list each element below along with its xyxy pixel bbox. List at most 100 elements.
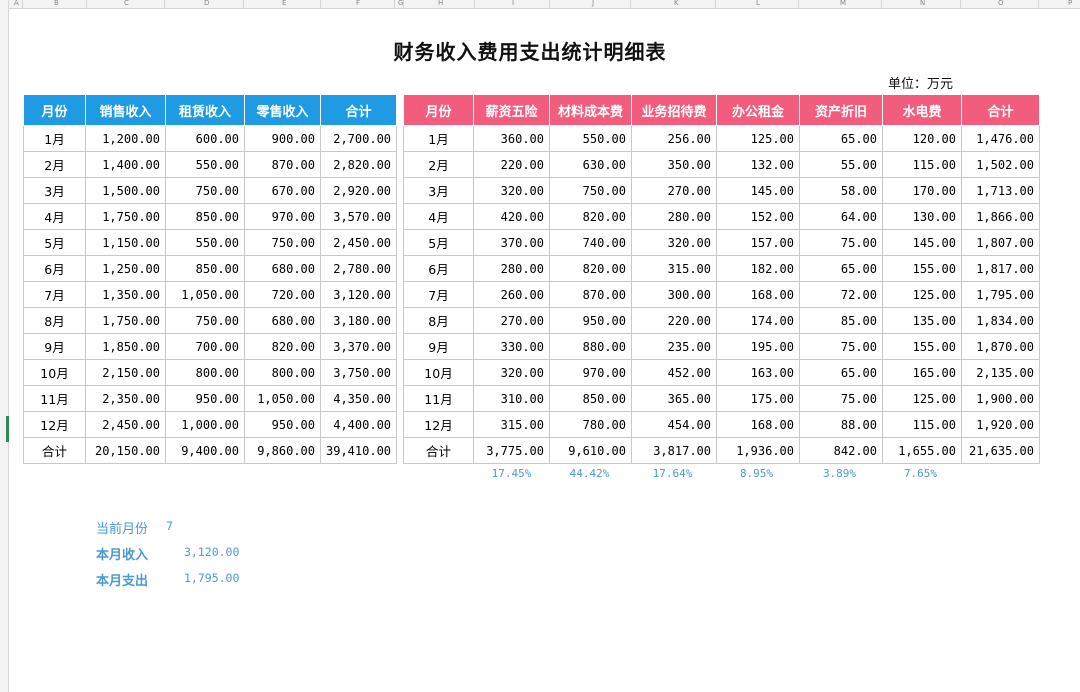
income-value-cell[interactable]: 1,750.00 (85, 203, 166, 230)
expense-percentage-cell[interactable]: 8.95% (715, 467, 798, 480)
income-value-cell[interactable]: 2,150.00 (85, 359, 166, 386)
income-value-cell[interactable]: 3,370.00 (319, 333, 398, 360)
income-value-cell[interactable]: 2,350.00 (85, 385, 166, 412)
expense-value-cell[interactable]: 780.00 (549, 411, 632, 438)
expense-value-cell[interactable]: 350.00 (631, 151, 717, 178)
expense-value-cell[interactable]: 125.00 (882, 281, 962, 308)
income-value-cell[interactable]: 2,450.00 (85, 411, 166, 438)
expense-value-cell[interactable]: 145.00 (882, 229, 962, 256)
income-value-cell[interactable]: 9,400.00 (165, 437, 245, 464)
expense-value-cell[interactable]: 320.00 (473, 177, 550, 204)
expense-month-cell[interactable]: 11月 (403, 385, 474, 412)
income-value-cell[interactable]: 1,500.00 (85, 177, 166, 204)
expense-month-cell[interactable]: 5月 (403, 229, 474, 256)
column-letter-i[interactable]: I (512, 0, 514, 8)
expense-value-cell[interactable]: 75.00 (799, 229, 883, 256)
column-letter-k[interactable]: K (674, 0, 679, 8)
expense-value-cell[interactable]: 75.00 (799, 385, 883, 412)
expense-value-cell[interactable]: 65.00 (799, 125, 883, 152)
income-value-cell[interactable]: 3,180.00 (319, 307, 398, 334)
expense-value-cell[interactable]: 740.00 (549, 229, 632, 256)
expense-value-cell[interactable]: 170.00 (882, 177, 962, 204)
expense-value-cell[interactable]: 370.00 (473, 229, 550, 256)
expense-value-cell[interactable]: 9,610.00 (549, 437, 632, 464)
income-header-cell[interactable]: 销售收入 (85, 94, 166, 126)
expense-value-cell[interactable]: 256.00 (631, 125, 717, 152)
expense-value-cell[interactable]: 163.00 (716, 359, 800, 386)
expense-value-cell[interactable]: 3,817.00 (631, 437, 717, 464)
expense-value-cell[interactable]: 72.00 (799, 281, 883, 308)
expense-value-cell[interactable]: 88.00 (799, 411, 883, 438)
expense-value-cell[interactable]: 65.00 (799, 255, 883, 282)
expense-value-cell[interactable]: 155.00 (882, 255, 962, 282)
expense-value-cell[interactable]: 330.00 (473, 333, 550, 360)
expense-value-cell[interactable]: 630.00 (549, 151, 632, 178)
expense-value-cell[interactable]: 168.00 (716, 281, 800, 308)
expense-value-cell[interactable]: 168.00 (716, 411, 800, 438)
expense-header-cell[interactable]: 合计 (961, 94, 1040, 126)
expense-value-cell[interactable]: 115.00 (882, 411, 962, 438)
income-month-cell[interactable]: 合计 (23, 437, 86, 464)
expense-percentage-cell[interactable]: 44.42% (549, 467, 630, 480)
income-value-cell[interactable]: 20,150.00 (85, 437, 166, 464)
column-letter-m[interactable]: M (840, 0, 846, 8)
expense-header-cell[interactable]: 月份 (403, 94, 474, 126)
income-value-cell[interactable]: 1,050.00 (165, 281, 245, 308)
income-value-cell[interactable]: 4,350.00 (319, 385, 398, 412)
expense-value-cell[interactable]: 1,713.00 (961, 177, 1040, 204)
expense-value-cell[interactable]: 220.00 (631, 307, 717, 334)
income-month-cell[interactable]: 10月 (23, 359, 86, 386)
expense-value-cell[interactable]: 1,936.00 (716, 437, 800, 464)
income-value-cell[interactable]: 680.00 (244, 307, 321, 334)
expense-value-cell[interactable]: 1,870.00 (961, 333, 1040, 360)
income-header-cell[interactable]: 租赁收入 (165, 94, 245, 126)
income-value-cell[interactable]: 4,400.00 (319, 411, 398, 438)
expense-value-cell[interactable]: 125.00 (882, 385, 962, 412)
expense-value-cell[interactable]: 145.00 (716, 177, 800, 204)
expense-value-cell[interactable]: 152.00 (716, 203, 800, 230)
column-letter-h[interactable]: H (438, 0, 443, 8)
expense-value-cell[interactable]: 1,866.00 (961, 203, 1040, 230)
income-value-cell[interactable]: 600.00 (165, 125, 245, 152)
income-value-cell[interactable]: 3,750.00 (319, 359, 398, 386)
expense-value-cell[interactable]: 1,920.00 (961, 411, 1040, 438)
income-value-cell[interactable]: 850.00 (165, 203, 245, 230)
expense-value-cell[interactable]: 115.00 (882, 151, 962, 178)
expense-value-cell[interactable]: 1,900.00 (961, 385, 1040, 412)
column-letter-n[interactable]: N (920, 0, 925, 8)
expense-value-cell[interactable]: 1,502.00 (961, 151, 1040, 178)
expense-value-cell[interactable]: 880.00 (549, 333, 632, 360)
expense-percentage-cell[interactable]: 7.65% (881, 467, 960, 480)
expense-value-cell[interactable]: 315.00 (631, 255, 717, 282)
expense-month-cell[interactable]: 8月 (403, 307, 474, 334)
expense-value-cell[interactable]: 1,807.00 (961, 229, 1040, 256)
expense-month-cell[interactable]: 4月 (403, 203, 474, 230)
expense-value-cell[interactable]: 820.00 (549, 255, 632, 282)
column-letter-e[interactable]: E (282, 0, 286, 8)
expense-value-cell[interactable]: 360.00 (473, 125, 550, 152)
expense-header-cell[interactable]: 办公租金 (716, 94, 800, 126)
expense-value-cell[interactable]: 1,795.00 (961, 281, 1040, 308)
income-month-cell[interactable]: 1月 (23, 125, 86, 152)
expense-value-cell[interactable]: 132.00 (716, 151, 800, 178)
expense-value-cell[interactable]: 174.00 (716, 307, 800, 334)
income-month-cell[interactable]: 12月 (23, 411, 86, 438)
expense-value-cell[interactable]: 310.00 (473, 385, 550, 412)
income-value-cell[interactable]: 1,400.00 (85, 151, 166, 178)
income-value-cell[interactable]: 670.00 (244, 177, 321, 204)
income-value-cell[interactable]: 800.00 (165, 359, 245, 386)
expense-value-cell[interactable]: 280.00 (631, 203, 717, 230)
expense-month-cell[interactable]: 1月 (403, 125, 474, 152)
expense-value-cell[interactable]: 1,655.00 (882, 437, 962, 464)
expense-month-cell[interactable]: 2月 (403, 151, 474, 178)
income-value-cell[interactable]: 550.00 (165, 151, 245, 178)
expense-value-cell[interactable]: 454.00 (631, 411, 717, 438)
expense-value-cell[interactable]: 157.00 (716, 229, 800, 256)
income-value-cell[interactable]: 750.00 (165, 307, 245, 334)
income-month-cell[interactable]: 3月 (23, 177, 86, 204)
income-value-cell[interactable]: 720.00 (244, 281, 321, 308)
expense-month-cell[interactable]: 合计 (403, 437, 474, 464)
income-value-cell[interactable]: 550.00 (165, 229, 245, 256)
income-value-cell[interactable]: 850.00 (165, 255, 245, 282)
income-value-cell[interactable]: 2,700.00 (319, 125, 398, 152)
